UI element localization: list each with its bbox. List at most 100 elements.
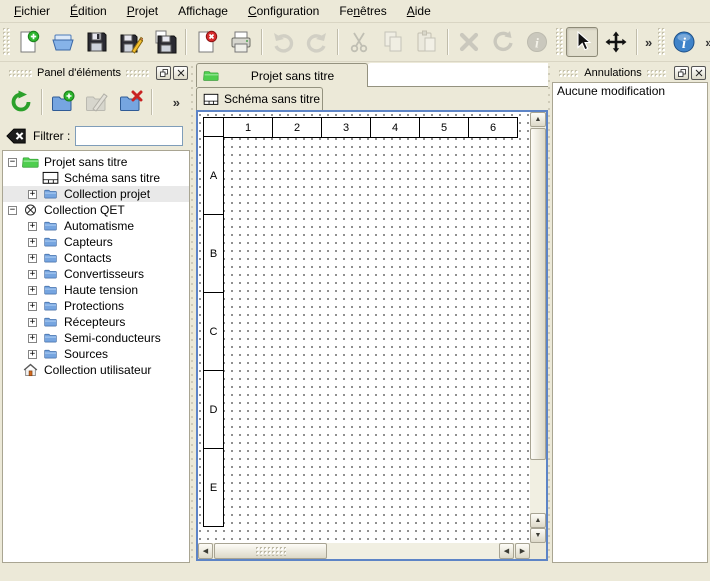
undo-history-item[interactable]: Aucune modification <box>553 83 707 99</box>
elements-panel-titlebar[interactable]: Panel d'éléments <box>2 64 190 82</box>
tree-item-contacts[interactable]: +Contacts <box>3 250 189 266</box>
tree-item-collection-projet[interactable]: +Collection projet <box>3 186 189 202</box>
info-gray-button[interactable]: i <box>521 27 553 57</box>
menu-affichage[interactable]: Affichage <box>168 1 238 21</box>
column-header-2: 2 <box>272 117 322 138</box>
tree-item-label: Collection QET <box>44 203 125 217</box>
tree-item-convertisseurs[interactable]: +Convertisseurs <box>3 266 189 282</box>
dock-float-button[interactable] <box>156 66 171 80</box>
scroll-up-button-2[interactable]: ▲ <box>530 513 546 528</box>
scroll-left-button-2[interactable]: ◀ <box>499 543 514 559</box>
expand-icon[interactable]: + <box>28 254 37 263</box>
print-button[interactable] <box>225 27 257 57</box>
tree-item-label: Semi-conducteurs <box>64 331 161 345</box>
save-all-button[interactable] <box>149 27 181 57</box>
copy-button[interactable] <box>377 27 409 57</box>
undo-button[interactable] <box>267 27 299 57</box>
expand-icon[interactable]: + <box>28 238 37 247</box>
toolbar-separator <box>447 29 449 55</box>
horizontal-scrollbar[interactable]: ◀ ◀ ▶ <box>198 543 530 559</box>
tree-item-protections[interactable]: +Protections <box>3 298 189 314</box>
tree-item-automatisme[interactable]: +Automatisme <box>3 218 189 234</box>
expand-icon[interactable]: + <box>28 190 37 199</box>
info-blue-button[interactable]: i <box>668 27 700 57</box>
tree-item-haute-tension[interactable]: + Haute tension <box>3 282 189 298</box>
tab-schema[interactable]: Schéma sans titre <box>196 87 323 110</box>
cursor-button[interactable] <box>566 27 598 57</box>
tree-item-schema-sans-titre[interactable]: Schéma sans titre <box>3 170 189 186</box>
rotate-button[interactable] <box>487 27 519 57</box>
close-icon <box>694 68 704 78</box>
toolbar-overflow-chevron[interactable]: » <box>641 35 656 50</box>
dock-close-button[interactable] <box>173 66 188 80</box>
horizontal-scroll-thumb[interactable] <box>214 543 327 559</box>
dock-float-button[interactable] <box>674 66 689 80</box>
dock-close-button[interactable] <box>691 66 706 80</box>
tree-item-label: Collection utilisateur <box>44 363 151 377</box>
menu-edition[interactable]: Édition <box>60 1 117 21</box>
expand-icon[interactable]: + <box>28 318 37 327</box>
tree-item-capteurs[interactable]: +Capteurs <box>3 234 189 250</box>
row-label-d: D <box>203 370 224 449</box>
toolbar-handle[interactable] <box>556 28 563 56</box>
move-button[interactable] <box>600 27 632 57</box>
diagram-canvas[interactable]: 123456 ABCDE <box>198 112 530 543</box>
tree-item-collection-utilisateur[interactable]: Collection utilisateur <box>3 362 189 378</box>
expand-icon[interactable]: + <box>28 302 37 311</box>
scroll-down-button[interactable]: ▼ <box>530 528 546 543</box>
refresh-button[interactable] <box>6 87 36 117</box>
undo-panel-title: Annulations <box>584 67 642 79</box>
info-blue-icon: i <box>672 30 696 54</box>
tree-item-projet-sans-titre[interactable]: −Projet sans titre <box>3 154 189 170</box>
tree-item-label: Haute tension <box>64 283 138 297</box>
close-file-button[interactable] <box>191 27 223 57</box>
vertical-scrollbar[interactable]: ▲ ▲ ▼ <box>530 112 546 543</box>
toolbar-handle[interactable] <box>3 28 10 56</box>
collapse-icon[interactable]: − <box>8 206 17 215</box>
delete-button[interactable] <box>453 27 485 57</box>
undo-panel-titlebar[interactable]: Annulations <box>552 64 708 82</box>
menu-fichier[interactable]: Fichier <box>4 1 60 21</box>
row-label-e: E <box>203 448 224 527</box>
tree-item-collection-qet[interactable]: − Collection QET <box>3 202 189 218</box>
toolbar-overflow-chevron[interactable]: » <box>701 35 710 50</box>
diagram-view: 123456 ABCDE ▲ ▲ ▼ ◀ ◀ ▶ <box>196 110 548 561</box>
expand-icon[interactable]: + <box>28 286 37 295</box>
cut-button[interactable] <box>343 27 375 57</box>
clear-filter-button[interactable] <box>6 127 27 145</box>
project-tab-bar: Projet sans titre <box>196 63 548 87</box>
folder-edit-button[interactable] <box>82 87 112 117</box>
toolbar-separator <box>636 29 638 55</box>
open-folder-button[interactable] <box>47 27 79 57</box>
tree-item-sources[interactable]: +Sources <box>3 346 189 362</box>
folder-delete-button[interactable] <box>116 87 146 117</box>
redo-button[interactable] <box>301 27 333 57</box>
save-button[interactable] <box>81 27 113 57</box>
expand-icon[interactable]: + <box>28 334 37 343</box>
scroll-left-button[interactable]: ◀ <box>198 543 213 559</box>
toolbar-handle[interactable] <box>658 28 665 56</box>
tree-item-recepteurs[interactable]: +Récepteurs <box>3 314 189 330</box>
collapse-icon[interactable]: − <box>8 158 17 167</box>
menu-aide[interactable]: Aide <box>397 1 441 21</box>
new-file-button[interactable] <box>13 27 45 57</box>
menu-fenetres[interactable]: Fenêtres <box>329 1 396 21</box>
save-as-button[interactable] <box>115 27 147 57</box>
scroll-up-button[interactable]: ▲ <box>530 112 546 127</box>
tab-project[interactable]: Projet sans titre <box>196 63 368 87</box>
tree-item-semi-conducteurs[interactable]: + Semi-conducteurs <box>3 330 189 346</box>
menu-projet[interactable]: Projet <box>117 1 168 21</box>
folder-new-button[interactable] <box>48 87 78 117</box>
toolbar-overflow-chevron[interactable]: » <box>173 95 180 110</box>
toolbar-separator <box>151 89 153 115</box>
expand-icon[interactable]: + <box>28 350 37 359</box>
menu-configuration[interactable]: Configuration <box>238 1 329 21</box>
scroll-right-button[interactable]: ▶ <box>515 543 530 559</box>
paste-button[interactable] <box>411 27 443 57</box>
close-file-icon <box>195 30 219 54</box>
vertical-scroll-thumb[interactable] <box>530 128 546 460</box>
delete-icon <box>457 30 481 54</box>
expand-icon[interactable]: + <box>28 270 37 279</box>
expand-icon[interactable]: + <box>28 222 37 231</box>
filter-input[interactable] <box>75 126 183 146</box>
